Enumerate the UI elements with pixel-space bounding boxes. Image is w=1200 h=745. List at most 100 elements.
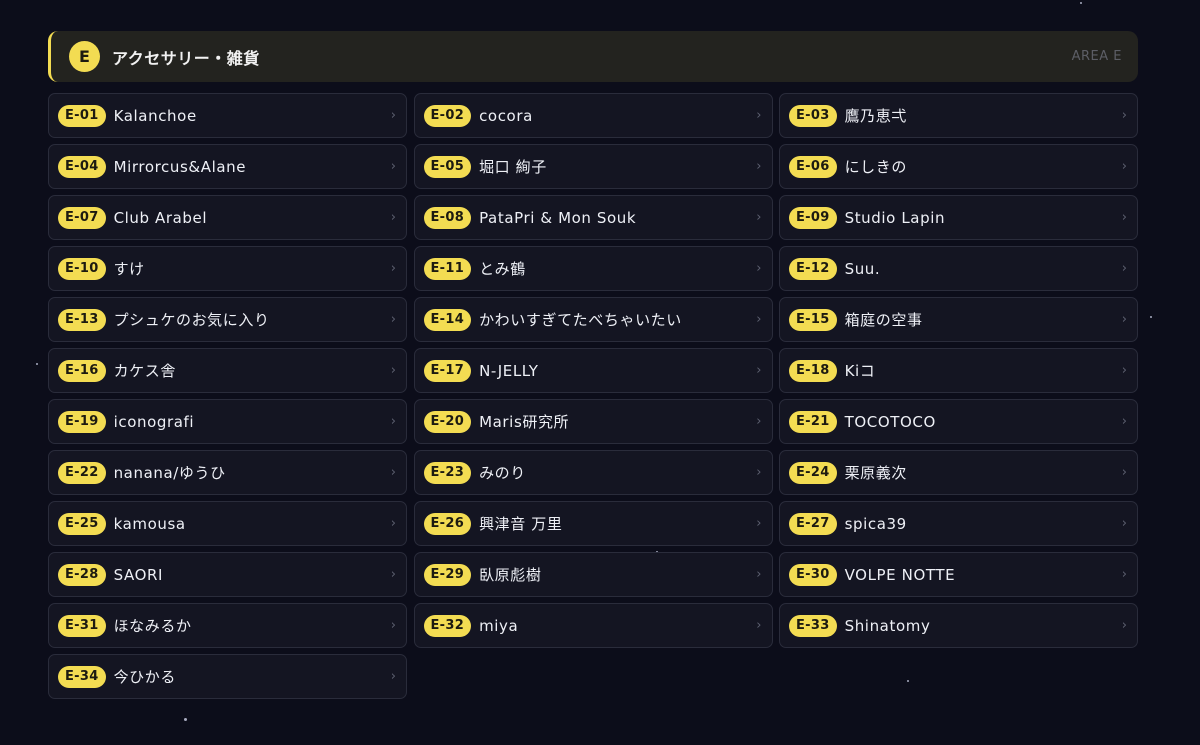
booth-item[interactable]: E-17 N-JELLY › — [413, 348, 773, 393]
booth-name: miya — [479, 616, 519, 635]
chevron-right-icon: › — [390, 414, 396, 429]
booth-name: cocora — [479, 106, 533, 125]
booth-code-badge: E-07 — [58, 206, 106, 229]
booth-name: N-JELLY — [479, 361, 539, 380]
booth-item[interactable]: E-12 Suu. › — [779, 246, 1138, 291]
booth-item[interactable]: E-28 SAORI › — [48, 552, 407, 597]
chevron-right-icon: › — [1121, 159, 1127, 174]
booth-item[interactable]: E-07 Club Arabel › — [48, 195, 407, 240]
booth-code-badge: E-10 — [58, 257, 106, 280]
section-title: アクセサリー・雑貨 — [112, 48, 260, 68]
chevron-right-icon: › — [390, 210, 396, 225]
chevron-right-icon: › — [1121, 108, 1127, 123]
booth-item[interactable]: E-06 にしきの › — [779, 144, 1138, 189]
booth-code-badge: E-15 — [789, 308, 837, 331]
booth-name: TOCOTOCO — [844, 412, 936, 431]
chevron-right-icon: › — [390, 465, 396, 480]
chevron-right-icon: › — [390, 669, 396, 684]
booth-code-badge: E-01 — [58, 104, 106, 127]
booth-code-badge: E-25 — [58, 512, 106, 535]
booth-item[interactable]: E-26 興津音 万里 › — [413, 501, 773, 546]
booth-name: iconografi — [113, 412, 195, 431]
booth-code-badge: E-23 — [423, 461, 472, 484]
booth-code-badge: E-19 — [58, 410, 106, 433]
chevron-right-icon: › — [756, 108, 762, 123]
booth-item[interactable]: E-05 堀口 絢子 › — [413, 144, 773, 189]
booth-name: 今ひかる — [113, 668, 176, 686]
booth-code-badge: E-03 — [789, 104, 837, 127]
booth-item[interactable]: E-16 カケス舎 › — [48, 348, 407, 393]
booth-name: Maris研究所 — [479, 413, 570, 431]
background-star — [36, 363, 38, 365]
booth-item[interactable]: E-23 みのり › — [413, 450, 773, 495]
booth-code-badge: E-02 — [423, 104, 472, 127]
chevron-right-icon: › — [756, 312, 762, 327]
booth-item[interactable]: E-22 nanana/ゆうひ › — [48, 450, 407, 495]
chevron-right-icon: › — [1121, 465, 1127, 480]
chevron-right-icon: › — [390, 516, 396, 531]
booth-code-badge: E-17 — [423, 359, 472, 382]
booth-item[interactable]: E-04 Mirrorcus&Alane › — [48, 144, 407, 189]
booth-code-badge: E-21 — [789, 410, 837, 433]
booth-item[interactable]: E-10 すけ › — [48, 246, 407, 291]
booth-item[interactable]: E-24 栗原義次 › — [779, 450, 1138, 495]
booth-item[interactable]: E-09 Studio Lapin › — [779, 195, 1138, 240]
booth-name: 興津音 万里 — [479, 515, 563, 533]
booth-item[interactable]: E-03 鷹乃恵弌 › — [779, 93, 1138, 138]
booth-item[interactable]: E-29 臥原彪樹 › — [413, 552, 773, 597]
booth-item[interactable]: E-20 Maris研究所 › — [413, 399, 773, 444]
chevron-right-icon: › — [390, 618, 396, 633]
booth-code-badge: E-05 — [423, 155, 472, 178]
booth-item[interactable]: E-25 kamousa › — [48, 501, 407, 546]
booth-name: 箱庭の空事 — [844, 311, 923, 329]
booth-item[interactable]: E-08 PataPri & Mon Souk › — [413, 195, 773, 240]
chevron-right-icon: › — [1121, 567, 1127, 582]
chevron-right-icon: › — [756, 261, 762, 276]
booth-name: プシュケのお気に入り — [113, 311, 270, 329]
chevron-right-icon: › — [756, 159, 762, 174]
chevron-right-icon: › — [1121, 312, 1127, 327]
booth-item[interactable]: E-21 TOCOTOCO › — [779, 399, 1138, 444]
chevron-right-icon: › — [390, 363, 396, 378]
area-label: AREA E — [1071, 49, 1122, 64]
booth-code-badge: E-06 — [789, 155, 837, 178]
booth-item[interactable]: E-02 cocora › — [413, 93, 773, 138]
chevron-right-icon: › — [756, 618, 762, 633]
booth-code-badge: E-04 — [58, 155, 106, 178]
chevron-right-icon: › — [1121, 363, 1127, 378]
booth-name: カケス舎 — [113, 362, 176, 380]
chevron-right-icon: › — [1121, 210, 1127, 225]
chevron-right-icon: › — [756, 210, 762, 225]
booth-code-badge: E-28 — [58, 563, 106, 586]
booth-item[interactable]: E-19 iconografi › — [48, 399, 407, 444]
section-header: E アクセサリー・雑貨 AREA E — [48, 31, 1138, 82]
booth-code-badge: E-24 — [789, 461, 837, 484]
booth-item[interactable]: E-14 かわいすぎてたべちゃいたい › — [413, 297, 773, 342]
chevron-right-icon: › — [390, 312, 396, 327]
booth-item[interactable]: E-01 Kalanchoe › — [48, 93, 407, 138]
booth-item[interactable]: E-15 箱庭の空事 › — [779, 297, 1138, 342]
booth-item[interactable]: E-27 spica39 › — [779, 501, 1138, 546]
booth-grid: E-01 Kalanchoe › E-02 cocora › E-03 鷹乃恵弌… — [48, 93, 1138, 699]
booth-code-badge: E-34 — [58, 665, 106, 688]
chevron-right-icon: › — [1121, 618, 1127, 633]
chevron-right-icon: › — [390, 159, 396, 174]
booth-name: とみ鶴 — [479, 260, 526, 278]
booth-item[interactable]: E-30 VOLPE NOTTE › — [779, 552, 1138, 597]
booth-item[interactable]: E-33 Shinatomy › — [779, 603, 1138, 648]
booth-name: にしきの — [844, 158, 907, 176]
chevron-right-icon: › — [1121, 261, 1127, 276]
booth-code-badge: E-12 — [789, 257, 837, 280]
booth-item[interactable]: E-32 miya › — [413, 603, 773, 648]
booth-code-badge: E-14 — [423, 308, 472, 331]
booth-item[interactable]: E-11 とみ鶴 › — [413, 246, 773, 291]
booth-item[interactable]: E-18 Kiコ › — [779, 348, 1138, 393]
booth-name: すけ — [113, 260, 145, 278]
chevron-right-icon: › — [756, 414, 762, 429]
booth-item[interactable]: E-34 今ひかる › — [48, 654, 407, 699]
booth-code-badge: E-33 — [789, 614, 837, 637]
booth-item[interactable]: E-13 プシュケのお気に入り › — [48, 297, 407, 342]
booth-item[interactable]: E-31 ほなみるか › — [48, 603, 407, 648]
booth-code-badge: E-20 — [423, 410, 472, 433]
booth-name: Club Arabel — [113, 208, 208, 227]
